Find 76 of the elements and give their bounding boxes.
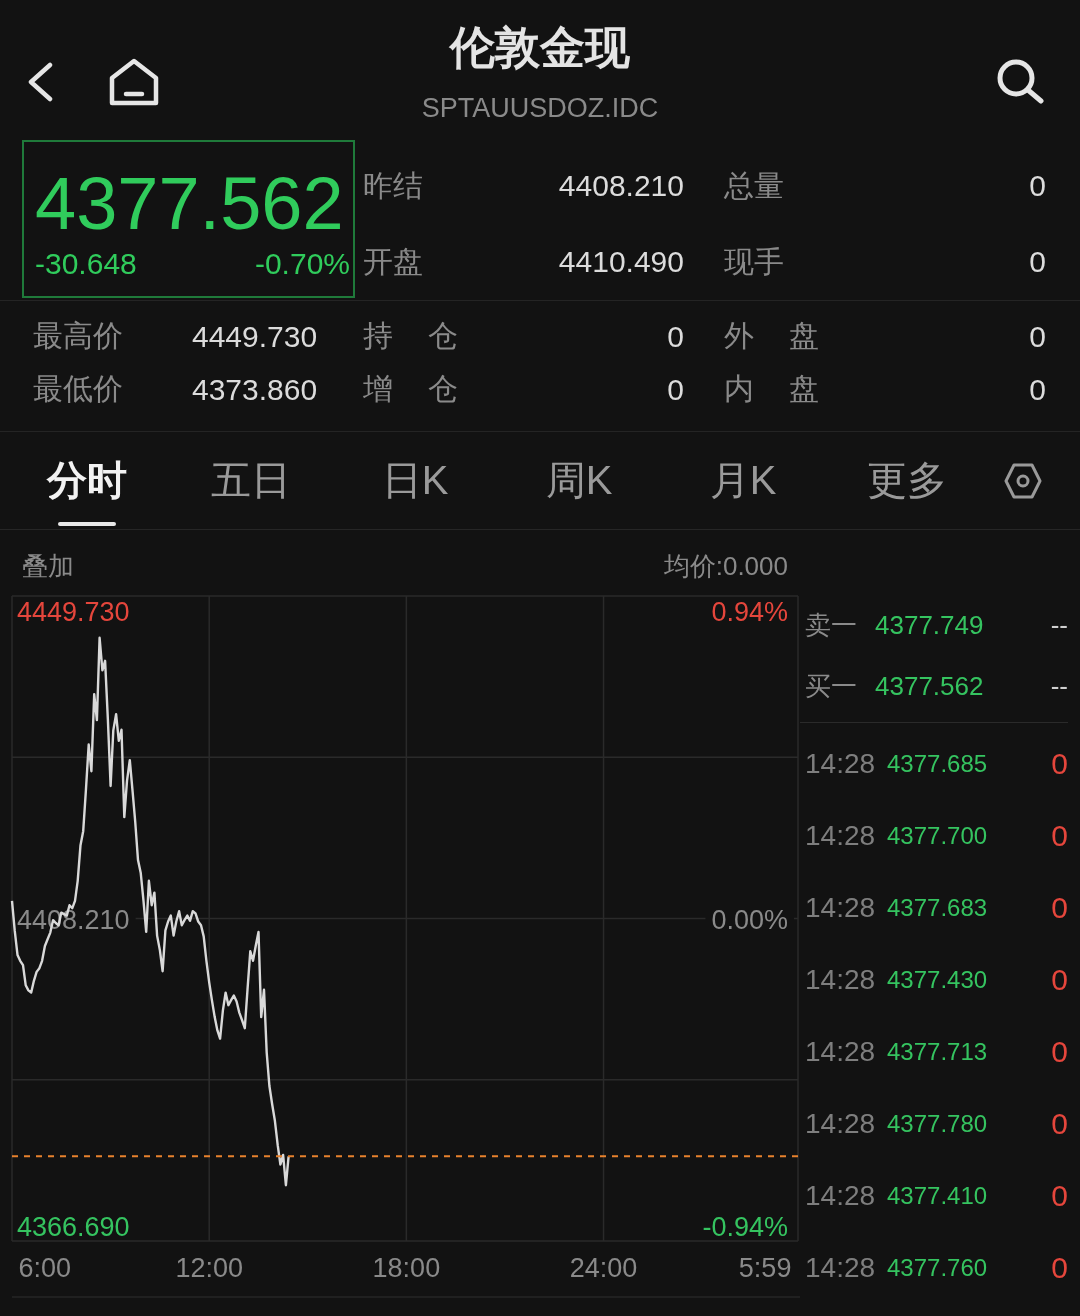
trade-price: 4377.713	[887, 1038, 988, 1066]
percent-axis-label: -0.94%	[702, 1212, 788, 1243]
stat-label: 现手	[724, 243, 784, 280]
trade-price: 4377.760	[887, 1254, 988, 1282]
chart-tab[interactable]: 月K	[661, 432, 825, 529]
trade-volume: 0	[1051, 891, 1068, 925]
chart-tab[interactable]: 更多	[825, 432, 989, 529]
page-title: 伦敦金现	[450, 22, 630, 74]
detail-value: 0	[667, 372, 684, 407]
stat-value: 4410.490	[558, 245, 684, 279]
stat-label: 开盘	[363, 243, 423, 280]
order-price: 4377.562	[875, 671, 984, 702]
home-icon[interactable]	[108, 58, 160, 106]
percent-change: -0.70%	[254, 246, 350, 282]
chart-tab[interactable]: 五日	[169, 432, 333, 529]
chart-tab[interactable]: 分时	[5, 432, 169, 529]
order-label: 买一	[805, 670, 858, 703]
trade-price: 4377.683	[887, 894, 988, 922]
overlay-option[interactable]: 叠加	[22, 549, 74, 584]
percent-axis-label: 0.00%	[711, 904, 788, 935]
trade-price: 4377.430	[887, 966, 988, 994]
time-axis-label: 12:00	[175, 1253, 243, 1283]
stat-value: 4408.210	[558, 169, 684, 203]
settings-icon[interactable]	[1004, 462, 1042, 500]
detail-value: 0	[1029, 372, 1046, 407]
price-axis-label: 4449.730	[17, 596, 130, 627]
time-axis-label: 18:00	[372, 1253, 441, 1283]
detail-label: 外 盘	[724, 318, 819, 354]
trade-time: 14:28	[805, 964, 877, 996]
trade-time: 14:28	[805, 1180, 877, 1212]
detail-value: 4449.730	[192, 319, 318, 354]
average-price: 均价:0.000	[663, 550, 788, 583]
trade-volume: 0	[1051, 1179, 1068, 1213]
detail-value: 4373.860	[192, 372, 318, 407]
trade-time: 14:28	[805, 748, 877, 780]
stat-value: 0	[1029, 245, 1046, 279]
trade-volume: 0	[1051, 1035, 1068, 1069]
trade-price: 4377.685	[887, 750, 988, 778]
detail-value: 0	[667, 319, 684, 354]
trade-time: 14:28	[805, 820, 877, 852]
trade-time: 14:28	[805, 1036, 877, 1068]
trade-volume: 0	[1051, 819, 1068, 853]
detail-value: 0	[1029, 319, 1046, 354]
detail-label: 最低价	[33, 371, 123, 407]
stat-value: 0	[1029, 169, 1046, 203]
order-label: 卖一	[805, 609, 858, 642]
last-price: 4377.562	[35, 164, 345, 244]
detail-label: 内 盘	[724, 371, 819, 407]
trade-price: 4377.780	[887, 1110, 988, 1138]
time-axis-label: 5:59	[738, 1253, 792, 1283]
percent-axis-label: 0.94%	[711, 596, 788, 627]
time-axis-label: 6:00	[18, 1253, 72, 1283]
stat-label: 昨结	[363, 167, 423, 204]
detail-label: 增 仓	[363, 371, 458, 407]
price-change: -30.648	[35, 246, 137, 282]
trade-volume: 0	[1051, 1107, 1068, 1141]
detail-label: 最高价	[33, 318, 123, 354]
price-axis-label: 4366.690	[17, 1212, 130, 1243]
trade-volume: 0	[1051, 963, 1068, 997]
order-price: 4377.749	[875, 610, 984, 641]
trade-volume: 0	[1051, 1251, 1068, 1285]
trade-price: 4377.700	[887, 822, 988, 850]
trade-time: 14:28	[805, 1108, 877, 1140]
search-icon[interactable]	[995, 58, 1045, 104]
order-volume: --	[1050, 610, 1068, 641]
order-volume: --	[1050, 671, 1068, 702]
trade-price: 4377.410	[887, 1182, 988, 1210]
detail-label: 持 仓	[363, 318, 458, 354]
chart-tab[interactable]: 周K	[497, 432, 661, 529]
symbol-code: SPTAUUSDOZ.IDC	[421, 92, 659, 124]
trade-volume: 0	[1051, 747, 1068, 781]
trade-time: 14:28	[805, 1252, 877, 1284]
chart-tab[interactable]: 日K	[333, 432, 497, 529]
stat-label: 总量	[724, 167, 784, 204]
time-axis-label: 24:00	[569, 1253, 638, 1283]
trade-time: 14:28	[805, 892, 877, 924]
